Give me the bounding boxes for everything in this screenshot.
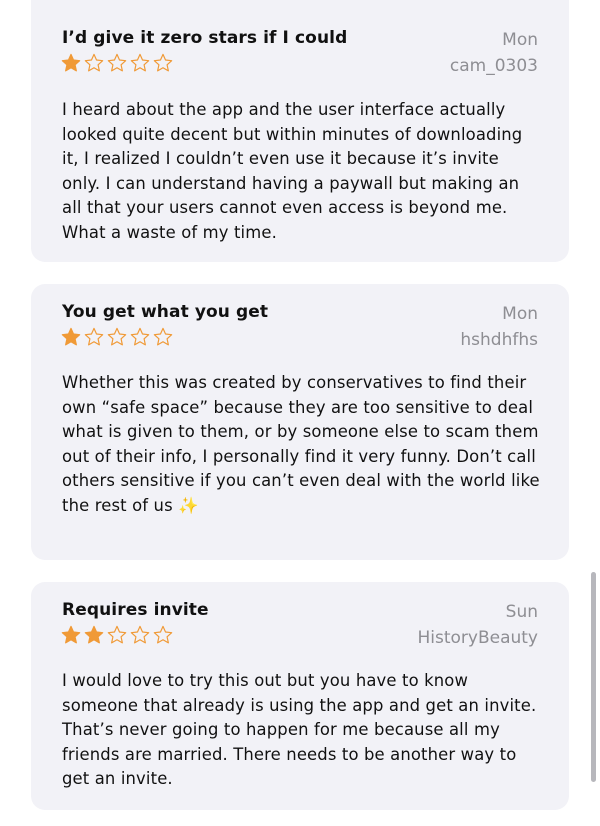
star-outline-icon — [107, 53, 127, 72]
review-title: I’d give it zero stars if I could — [62, 28, 348, 48]
star-outline-icon — [130, 53, 150, 72]
star-outline-icon — [153, 625, 173, 644]
star-filled-icon — [61, 53, 81, 72]
review-body: I heard about the app and the user inter… — [62, 100, 523, 242]
star-filled-icon — [61, 625, 81, 644]
star-outline-icon — [130, 327, 150, 346]
review-body: I would love to try this out but you hav… — [62, 671, 537, 789]
star-rating — [60, 624, 174, 646]
star-filled-icon — [61, 327, 81, 346]
star-filled-icon — [84, 625, 104, 644]
star-outline-icon — [84, 327, 104, 346]
star-outline-icon — [130, 625, 150, 644]
star-outline-icon — [107, 625, 127, 644]
review-card[interactable]: You get what you get Mon hshdhfhs Whethe… — [31, 284, 569, 560]
review-author: HistoryBeauty — [417, 628, 538, 648]
review-date: Mon — [502, 304, 538, 324]
review-author: hshdhfhs — [460, 330, 538, 350]
star-rating — [60, 326, 174, 348]
review-title: Requires invite — [62, 600, 209, 620]
review-title: You get what you get — [62, 302, 269, 322]
reviews-list: I’d give it zero stars if I could Mon ca… — [0, 0, 600, 826]
review-author: cam_0303 — [449, 56, 538, 76]
review-card[interactable]: I’d give it zero stars if I could Mon ca… — [31, 0, 569, 262]
star-rating — [60, 52, 174, 74]
star-outline-icon — [153, 53, 173, 72]
review-card[interactable]: Requires invite Sun HistoryBeauty I woul… — [31, 582, 569, 810]
review-date: Mon — [502, 30, 538, 50]
star-outline-icon — [84, 53, 104, 72]
scrollbar[interactable] — [591, 572, 596, 782]
review-body: Whether this was created by conservative… — [62, 373, 540, 515]
star-outline-icon — [153, 327, 173, 346]
review-date: Sun — [505, 602, 538, 622]
star-outline-icon — [107, 327, 127, 346]
